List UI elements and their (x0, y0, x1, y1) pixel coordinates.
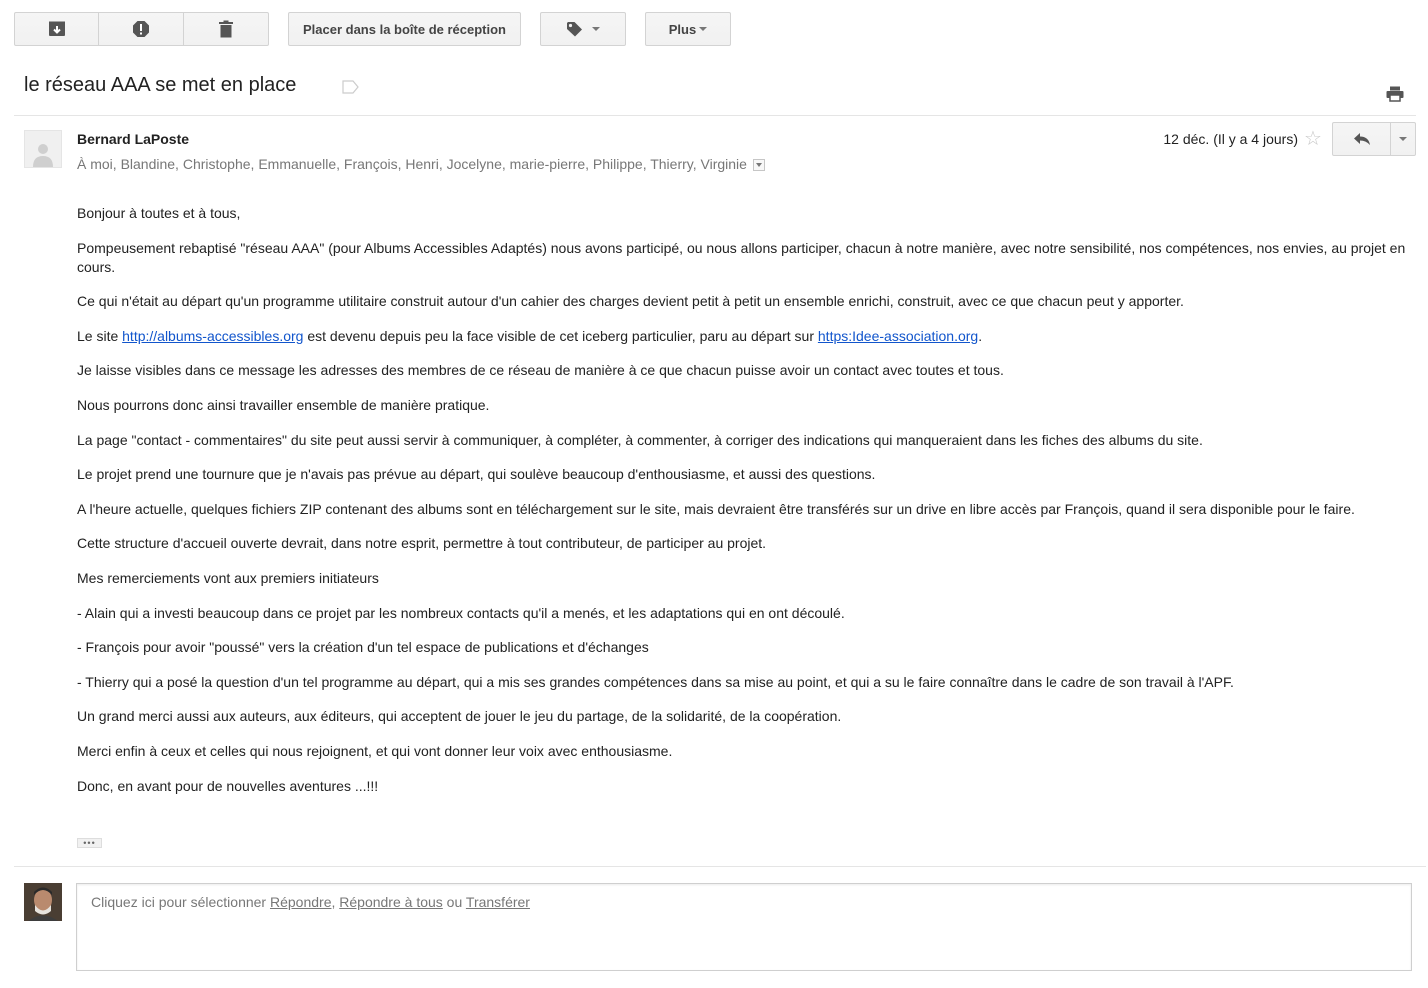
body-paragraph: - François pour avoir "poussé" vers la c… (77, 639, 649, 656)
reply-button[interactable] (1332, 122, 1391, 156)
divider (14, 866, 1426, 867)
label-icon (567, 22, 582, 37)
recipients-line: À moi, Blandine, Christophe, Emmanuelle,… (77, 156, 765, 172)
body-paragraph: Nous pourrons donc ainsi travailler ense… (77, 396, 490, 413)
body-paragraph: - Alain qui a investi beaucoup dans ce p… (77, 604, 845, 621)
body-paragraph: - Thierry qui a posé la question d'un te… (77, 673, 1234, 690)
delete-button[interactable] (183, 12, 269, 46)
action-button-group (14, 12, 269, 46)
chevron-down-icon (1399, 137, 1407, 141)
text-segment: . (978, 327, 983, 344)
email-subject: le réseau AAA se met en place (24, 74, 297, 96)
reply-link[interactable]: Répondre (270, 894, 332, 910)
reply-or: ou (442, 894, 466, 910)
ellipsis-label: ••• (83, 838, 96, 848)
show-trimmed-content-button[interactable]: ••• (77, 838, 102, 848)
profile-photo-icon (24, 883, 62, 921)
body-paragraph-links: Le site http://albums-accessibles.org es… (77, 327, 1407, 346)
chevron-down-icon (592, 27, 600, 31)
reply-button-group (1332, 122, 1416, 156)
body-paragraph: A l'heure actuelle, quelques fichiers ZI… (77, 500, 1355, 517)
recipients-list: À moi, Blandine, Christophe, Emmanuelle,… (77, 156, 747, 172)
show-details-icon[interactable] (752, 159, 765, 171)
body-paragraph: Merci enfin à ceux et celles qui nous re… (77, 742, 673, 759)
body-paragraph: Le projet prend une tournure que je n'av… (77, 466, 876, 483)
archive-button[interactable] (14, 12, 99, 46)
body-paragraph: Mes remerciements vont aux premiers init… (77, 569, 379, 586)
reply-box[interactable]: Cliquez ici pour sélectionner Répondre, … (76, 883, 1412, 971)
body-paragraph: Donc, en avant pour de nouvelles aventur… (77, 777, 379, 794)
person-icon (33, 144, 53, 167)
more-actions-button[interactable] (1390, 122, 1416, 156)
body-paragraph: Je laisse visibles dans ce message les a… (77, 362, 1004, 379)
idee-association-link[interactable]: https:Idee-association.org (818, 328, 978, 344)
my-avatar (24, 883, 62, 921)
chevron-down-icon (699, 27, 708, 31)
reply-prompt: Cliquez ici pour sélectionner (91, 894, 270, 910)
reply-icon (1353, 133, 1370, 145)
reply-all-link[interactable]: Répondre à tous (339, 894, 443, 910)
text-segment: Le site (77, 327, 123, 344)
body-paragraph: Un grand merci aussi aux auteurs, aux éd… (77, 708, 842, 725)
sender-avatar[interactable] (24, 130, 62, 168)
forward-link[interactable]: Transférer (466, 894, 530, 910)
report-spam-button[interactable] (98, 12, 184, 46)
body-paragraph: Bonjour à toutes et à tous, (77, 205, 241, 221)
labels-button[interactable] (540, 12, 626, 46)
toolbar: Placer dans la boîte de réception Plus (14, 12, 731, 46)
print-icon[interactable] (1386, 86, 1404, 102)
move-to-inbox-button[interactable]: Placer dans la boîte de réception (288, 12, 521, 46)
body-paragraph: Ce qui n'était au départ qu'un programme… (77, 293, 1184, 310)
body-paragraph: Pompeusement rebaptisé "réseau AAA" (pou… (77, 239, 1406, 275)
star-icon[interactable]: ☆ (1304, 129, 1322, 149)
report-spam-icon (133, 21, 149, 37)
body-paragraph: Cette structure d'accueil ouverte devrai… (77, 535, 767, 552)
divider (14, 115, 1416, 116)
important-label-icon[interactable] (342, 80, 360, 94)
more-button[interactable]: Plus (645, 12, 731, 46)
archive-icon (48, 21, 65, 36)
message-date: 12 déc. (Il y a 4 jours) (1163, 131, 1298, 147)
albums-accessibles-link[interactable]: http://albums-accessibles.org (122, 328, 303, 344)
body-paragraph: La page "contact - commentaires" du site… (77, 431, 1203, 448)
message-body: Bonjour à toutes et à tous, Pompeusement… (77, 204, 1407, 811)
sender-name[interactable]: Bernard LaPoste (77, 131, 189, 147)
trash-icon (219, 20, 233, 38)
text-segment: est devenu depuis peu la face visible de… (303, 327, 818, 344)
more-label: Plus (668, 21, 697, 37)
